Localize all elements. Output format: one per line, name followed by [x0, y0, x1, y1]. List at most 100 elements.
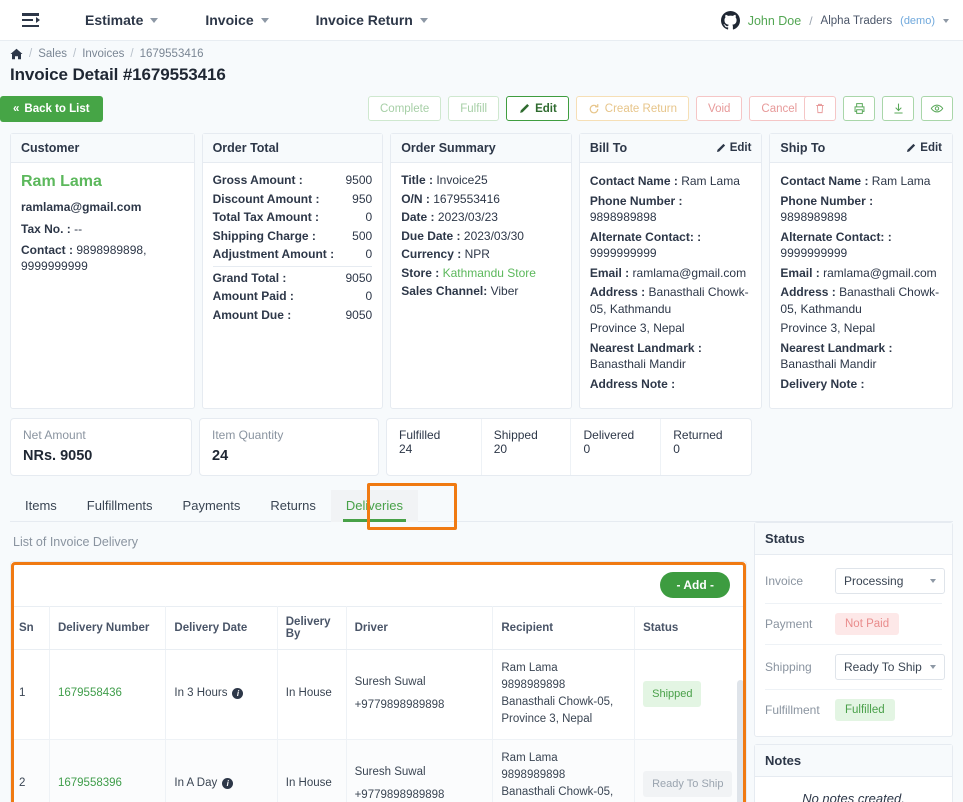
- nav-item-invoice-return[interactable]: Invoice Return: [316, 12, 428, 28]
- fulfillment-status-badge: Fulfilled: [835, 698, 895, 721]
- download-button[interactable]: [882, 96, 914, 121]
- breadcrumb-item-current: 1679553416: [139, 48, 204, 60]
- preview-button[interactable]: [921, 96, 953, 121]
- pencil-icon: [520, 103, 530, 113]
- shipping-status-select[interactable]: Ready To Ship: [835, 653, 945, 680]
- add-delivery-button[interactable]: - Add -: [660, 571, 730, 598]
- nav-item-estimate[interactable]: Estimate: [85, 12, 159, 28]
- tab-fulfillments[interactable]: Fulfillments: [72, 490, 168, 522]
- order-total-row-label: Shipping Charge :: [212, 228, 316, 243]
- ship-to-line: Alternate Contact: : 9999999999: [780, 229, 942, 262]
- tab-payments[interactable]: Payments: [168, 490, 256, 522]
- collapse-menu-icon[interactable]: [22, 13, 40, 27]
- delivery-number-link[interactable]: 1679558436: [58, 687, 122, 699]
- ship-to-line-label: Phone Number :: [780, 193, 874, 208]
- tab-returns[interactable]: Returns: [255, 490, 331, 522]
- order-total-card-body: Gross Amount : 9500 Discount Amount : 950 To…: [203, 163, 383, 408]
- customer-card-header: Customer: [11, 134, 194, 163]
- table-row[interactable]: 1 1679558436 In 3 Hours i In House Suresh Suw…: [11, 649, 746, 740]
- order-total-row: Discount Amount : 950: [213, 192, 373, 206]
- order-summary-line: Currency : NPR: [401, 247, 561, 261]
- metric-net-amount: Net Amount NRs. 9050: [10, 417, 192, 476]
- driver-phone: +9779898989898: [354, 699, 445, 712]
- breadcrumb-item-sales[interactable]: Sales: [38, 48, 67, 60]
- print-button[interactable]: [843, 96, 875, 121]
- metric-value: 0: [583, 441, 591, 456]
- bill-to-edit-button[interactable]: Edit: [715, 142, 751, 154]
- order-total-row: Grand Total : 9050: [212, 265, 373, 285]
- back-to-list-button[interactable]: « Back to List: [0, 95, 103, 122]
- void-button[interactable]: Void: [696, 96, 743, 121]
- double-chevron-left-icon: «: [13, 102, 20, 115]
- ship-to-line-label: Alternate Contact: :: [780, 229, 892, 244]
- status-row-label: Fulfillment: [765, 702, 820, 717]
- user-menu[interactable]: John Doe / Alpha Traders (demo): [720, 0, 949, 41]
- status-row-label: Invoice: [765, 573, 804, 588]
- cancel-button[interactable]: Cancel: [749, 96, 810, 121]
- order-total-row-label: Total Tax Amount :: [212, 210, 320, 224]
- order-summary-card: Order Summary Title : Invoice25 O/N : 167…: [390, 133, 572, 409]
- column-header-driver: Driver: [346, 605, 494, 650]
- delivery-number-link[interactable]: 1679558396: [58, 777, 122, 789]
- bill-to-line-label: Address :: [589, 285, 646, 300]
- info-icon[interactable]: i: [222, 777, 234, 789]
- nav-item-invoice[interactable]: Invoice: [205, 12, 269, 28]
- ship-to-line-label: Address :: [780, 285, 836, 300]
- notes-card-title: Notes: [755, 744, 952, 777]
- tab-items[interactable]: Items: [10, 490, 72, 522]
- ship-to-card-body: Contact Name : Ram Lama Phone Number : 98…: [770, 163, 952, 408]
- fulfill-button[interactable]: Fulfill: [448, 96, 500, 121]
- order-summary-line-label: Date :: [401, 210, 435, 224]
- delete-button[interactable]: [804, 96, 836, 121]
- order-summary-line-value[interactable]: Kathmandu Store: [443, 266, 536, 280]
- complete-button[interactable]: Complete: [368, 96, 442, 121]
- order-summary-card-body: Title : Invoice25 O/N : 1679553416 Date : …: [391, 163, 571, 408]
- customer-name[interactable]: Ram Lama: [21, 173, 184, 191]
- download-icon: [893, 103, 903, 114]
- cell-delivery-number: 1679558396: [49, 739, 167, 802]
- home-icon[interactable]: [10, 48, 23, 60]
- status-badge[interactable]: Shipped: [643, 680, 702, 708]
- metric-net-amount-label: Net Amount: [23, 427, 86, 442]
- fulfill-label: Fulfill: [460, 102, 488, 115]
- order-total-row-value: 500: [352, 228, 373, 243]
- tab-deliveries[interactable]: Deliveries: [330, 489, 418, 522]
- chevron-down-icon: [930, 664, 936, 669]
- column-header-sn: Sn: [11, 605, 50, 650]
- void-label: Void: [708, 102, 731, 115]
- invoice-status-select[interactable]: Processing: [835, 567, 945, 594]
- selected-value: Processing: [844, 573, 904, 588]
- order-total-row-value: 950: [352, 191, 373, 206]
- order-summary-line-value: 2023/03/30: [463, 228, 524, 243]
- delivery-date-text: In 3 Hours: [174, 687, 228, 700]
- ship-to-line-value: Province 3, Nepal: [780, 321, 876, 336]
- chevron-down-icon: [260, 17, 269, 23]
- ship-to-line: Address : Banasthali Chowk-05, Kathmandu: [780, 284, 942, 317]
- cell-delivery-date: In 3 Hours i: [165, 649, 278, 740]
- create-return-button[interactable]: Create Return: [575, 96, 690, 121]
- ship-to-line: Nearest Landmark : Banasthali Mandir: [780, 340, 942, 373]
- order-total-row: Shipping Charge : 500: [213, 229, 373, 243]
- order-summary-line: Due Date : 2023/03/30: [401, 229, 561, 243]
- payment-status-badge: Not Paid: [835, 612, 900, 635]
- cell-recipient: Ram Lama9898989898Banasthali Chowk-05,Pr…: [492, 739, 636, 802]
- bill-to-line: Address Note :: [590, 376, 752, 393]
- bill-to-line-value: Ram Lama: [681, 174, 740, 188]
- table-scrollbar[interactable]: [737, 679, 744, 802]
- edit-button[interactable]: Edit: [506, 96, 569, 121]
- recipient-line: Banasthali Chowk-05,: [501, 786, 614, 799]
- customer-tax-value: --: [74, 222, 83, 236]
- order-total-row-label: Gross Amount :: [212, 173, 303, 187]
- eye-icon: [930, 104, 944, 113]
- info-icon[interactable]: i: [232, 687, 244, 699]
- table-row[interactable]: 2 1679558396 In A Day i In House Suresh Suwal…: [11, 739, 746, 802]
- ship-to-edit-button[interactable]: Edit: [905, 142, 942, 154]
- metric-item-quantity-label: Item Quantity: [212, 427, 284, 442]
- breadcrumb-separator: /: [72, 48, 77, 60]
- breadcrumb-item-invoices[interactable]: Invoices: [82, 48, 124, 60]
- company-name: Alpha Traders: [820, 14, 893, 27]
- customer-card-title: Customer: [21, 141, 80, 155]
- page-title: Invoice Detail #1679553416: [10, 65, 226, 84]
- cell-driver: Suresh Suwal +9779898989898: [346, 649, 494, 740]
- status-badge[interactable]: Ready To Ship: [643, 770, 733, 798]
